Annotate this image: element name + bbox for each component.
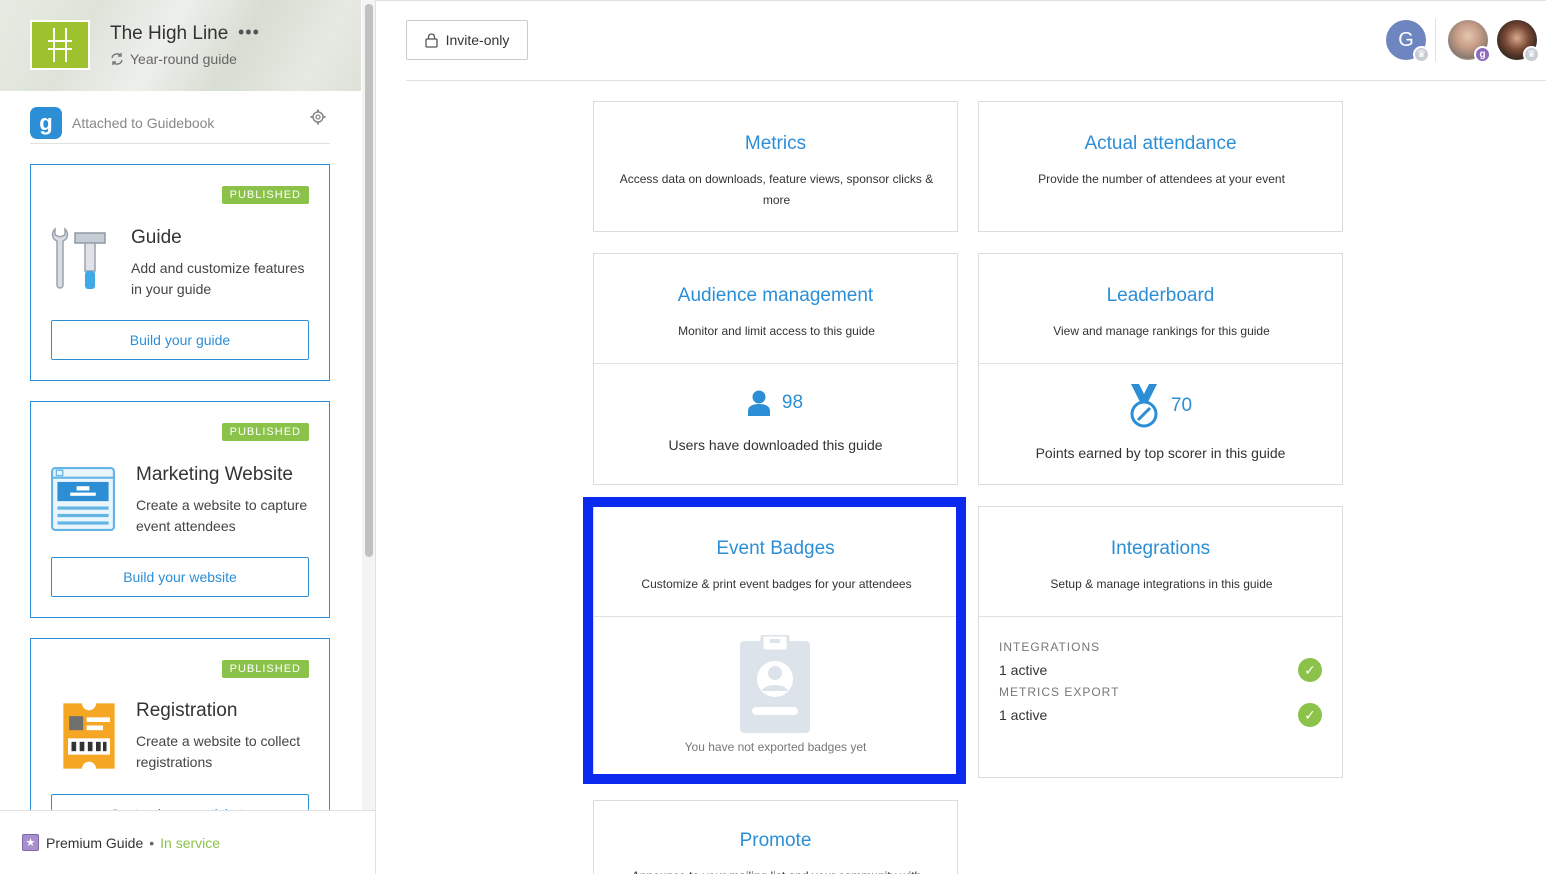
- medal-icon: [1130, 384, 1158, 428]
- guide-subtitle-text: Year-round guide: [130, 51, 237, 67]
- guide-subtitle: Year-round guide: [110, 51, 237, 67]
- status-badge: PUBLISHED: [221, 660, 309, 678]
- top-score: 70: [1170, 395, 1193, 416]
- tile-promote[interactable]: Promote Announce to your mailing list an…: [593, 800, 958, 874]
- build-guide-button[interactable]: Build your guide: [51, 320, 309, 360]
- plan-name: Premium Guide: [46, 834, 144, 851]
- leaderboard-stat: 70: [979, 384, 1342, 428]
- tile-description: View and manage rankings for this guide: [1053, 324, 1270, 338]
- tile-title: Actual attendance: [1084, 133, 1237, 154]
- downloads-caption: Users have downloaded this guide: [668, 437, 883, 453]
- audience-stat: 98: [594, 390, 957, 416]
- crown-icon: ♛: [1413, 46, 1430, 63]
- metrics-export-value: 1 active: [999, 707, 1048, 723]
- tile-divider: [979, 363, 1342, 364]
- guidebook-badge-icon: g: [1474, 46, 1491, 63]
- downloads-count: 98: [781, 392, 804, 413]
- product-title: Registration: [136, 700, 238, 721]
- gear-icon[interactable]: [310, 109, 326, 125]
- tile-title: Leaderboard: [1106, 285, 1215, 306]
- tile-event-badges[interactable]: Event Badges Customize & print event bad…: [593, 506, 958, 775]
- integrations-label: INTEGRATIONS: [999, 640, 1101, 654]
- tile-description: Provide the number of attendees at your …: [1038, 172, 1285, 186]
- user-icon: [747, 390, 770, 416]
- lock-icon: [424, 32, 438, 48]
- attached-label: Attached to Guidebook: [72, 114, 215, 131]
- tile-actual-attendance[interactable]: Actual attendance Provide the number of …: [978, 101, 1343, 232]
- invite-only-label: Invite-only: [445, 32, 510, 48]
- plan-status-bar: ★ Premium Guide • In service: [0, 810, 375, 874]
- tools-icon: [51, 227, 106, 289]
- tile-integrations[interactable]: Integrations Setup & manage integrations…: [978, 506, 1343, 778]
- tile-title: Audience management: [677, 285, 874, 306]
- tile-description: Announce to your mailing list and your c…: [614, 866, 939, 874]
- product-description: Create a website to collect registration…: [136, 733, 301, 770]
- check-icon: ✓: [1298, 658, 1322, 682]
- tile-divider: [594, 616, 957, 617]
- badge-placeholder-icon: [740, 635, 810, 733]
- tile-description: Access data on downloads, feature views,…: [619, 172, 934, 207]
- plan-status: In service: [160, 834, 221, 851]
- guidebook-logo-icon: g: [30, 106, 62, 139]
- tile-title: Metrics: [744, 133, 807, 154]
- build-website-button[interactable]: Build your website: [51, 557, 309, 597]
- guide-logo[interactable]: [30, 20, 90, 70]
- avatar-divider: [1435, 18, 1436, 62]
- tile-metrics[interactable]: Metrics Access data on downloads, featur…: [593, 101, 958, 232]
- tile-title: Event Badges: [716, 538, 835, 559]
- no-badges-message: You have not exported badges yet: [684, 740, 867, 754]
- high-line-logo-icon: [48, 28, 72, 62]
- top-score-caption: Points earned by top scorer in this guid…: [1035, 445, 1286, 461]
- product-card-website: PUBLISHED Marketing Website Create a web…: [30, 401, 330, 618]
- sync-icon: [111, 53, 123, 65]
- ticket-icon: [63, 703, 115, 769]
- product-title: Guide: [131, 227, 182, 248]
- product-description: Add and customize features in your guide: [131, 260, 305, 297]
- tile-title: Promote: [739, 830, 812, 851]
- crown-icon: ♛: [1523, 46, 1540, 63]
- status-badge: PUBLISHED: [221, 186, 309, 204]
- status-badge: PUBLISHED: [221, 423, 309, 441]
- tile-description: Monitor and limit access to this guide: [678, 324, 875, 338]
- product-description: Create a website to capture event attend…: [136, 497, 308, 534]
- invite-only-button[interactable]: Invite-only: [406, 20, 528, 60]
- avatar-initial: G: [1398, 28, 1414, 51]
- product-title: Marketing Website: [136, 464, 293, 485]
- attached-to-guidebook: g Attached to Guidebook: [30, 102, 330, 144]
- guide-more-menu-icon[interactable]: •••: [238, 22, 260, 43]
- tile-description: Customize & print event badges for your …: [641, 577, 912, 591]
- tile-leaderboard[interactable]: Leaderboard View and manage rankings for…: [978, 253, 1343, 485]
- premium-star-icon: ★: [22, 834, 39, 851]
- tile-audience-management[interactable]: Audience management Monitor and limit ac…: [593, 253, 958, 485]
- top-bar: Invite-only G ♛ g ♛: [406, 0, 1546, 81]
- integrations-value: 1 active: [999, 662, 1048, 678]
- tile-divider: [594, 363, 957, 364]
- guide-title: The High Line: [110, 23, 229, 44]
- tile-title: Integrations: [1110, 538, 1211, 559]
- check-icon: ✓: [1298, 703, 1322, 727]
- website-icon: [51, 467, 115, 531]
- product-card-guide: PUBLISHED Guide Add and customize featur…: [30, 164, 330, 381]
- separator: •: [149, 834, 155, 851]
- sidebar: The High Line ••• Year-round guide g Att…: [0, 0, 376, 874]
- scrollbar-thumb[interactable]: [365, 4, 373, 557]
- metrics-export-label: METRICS EXPORT: [999, 685, 1120, 699]
- sidebar-scrollbar[interactable]: [362, 0, 375, 874]
- tile-divider: [979, 616, 1342, 617]
- tile-description: Setup & manage integrations in this guid…: [1050, 577, 1273, 591]
